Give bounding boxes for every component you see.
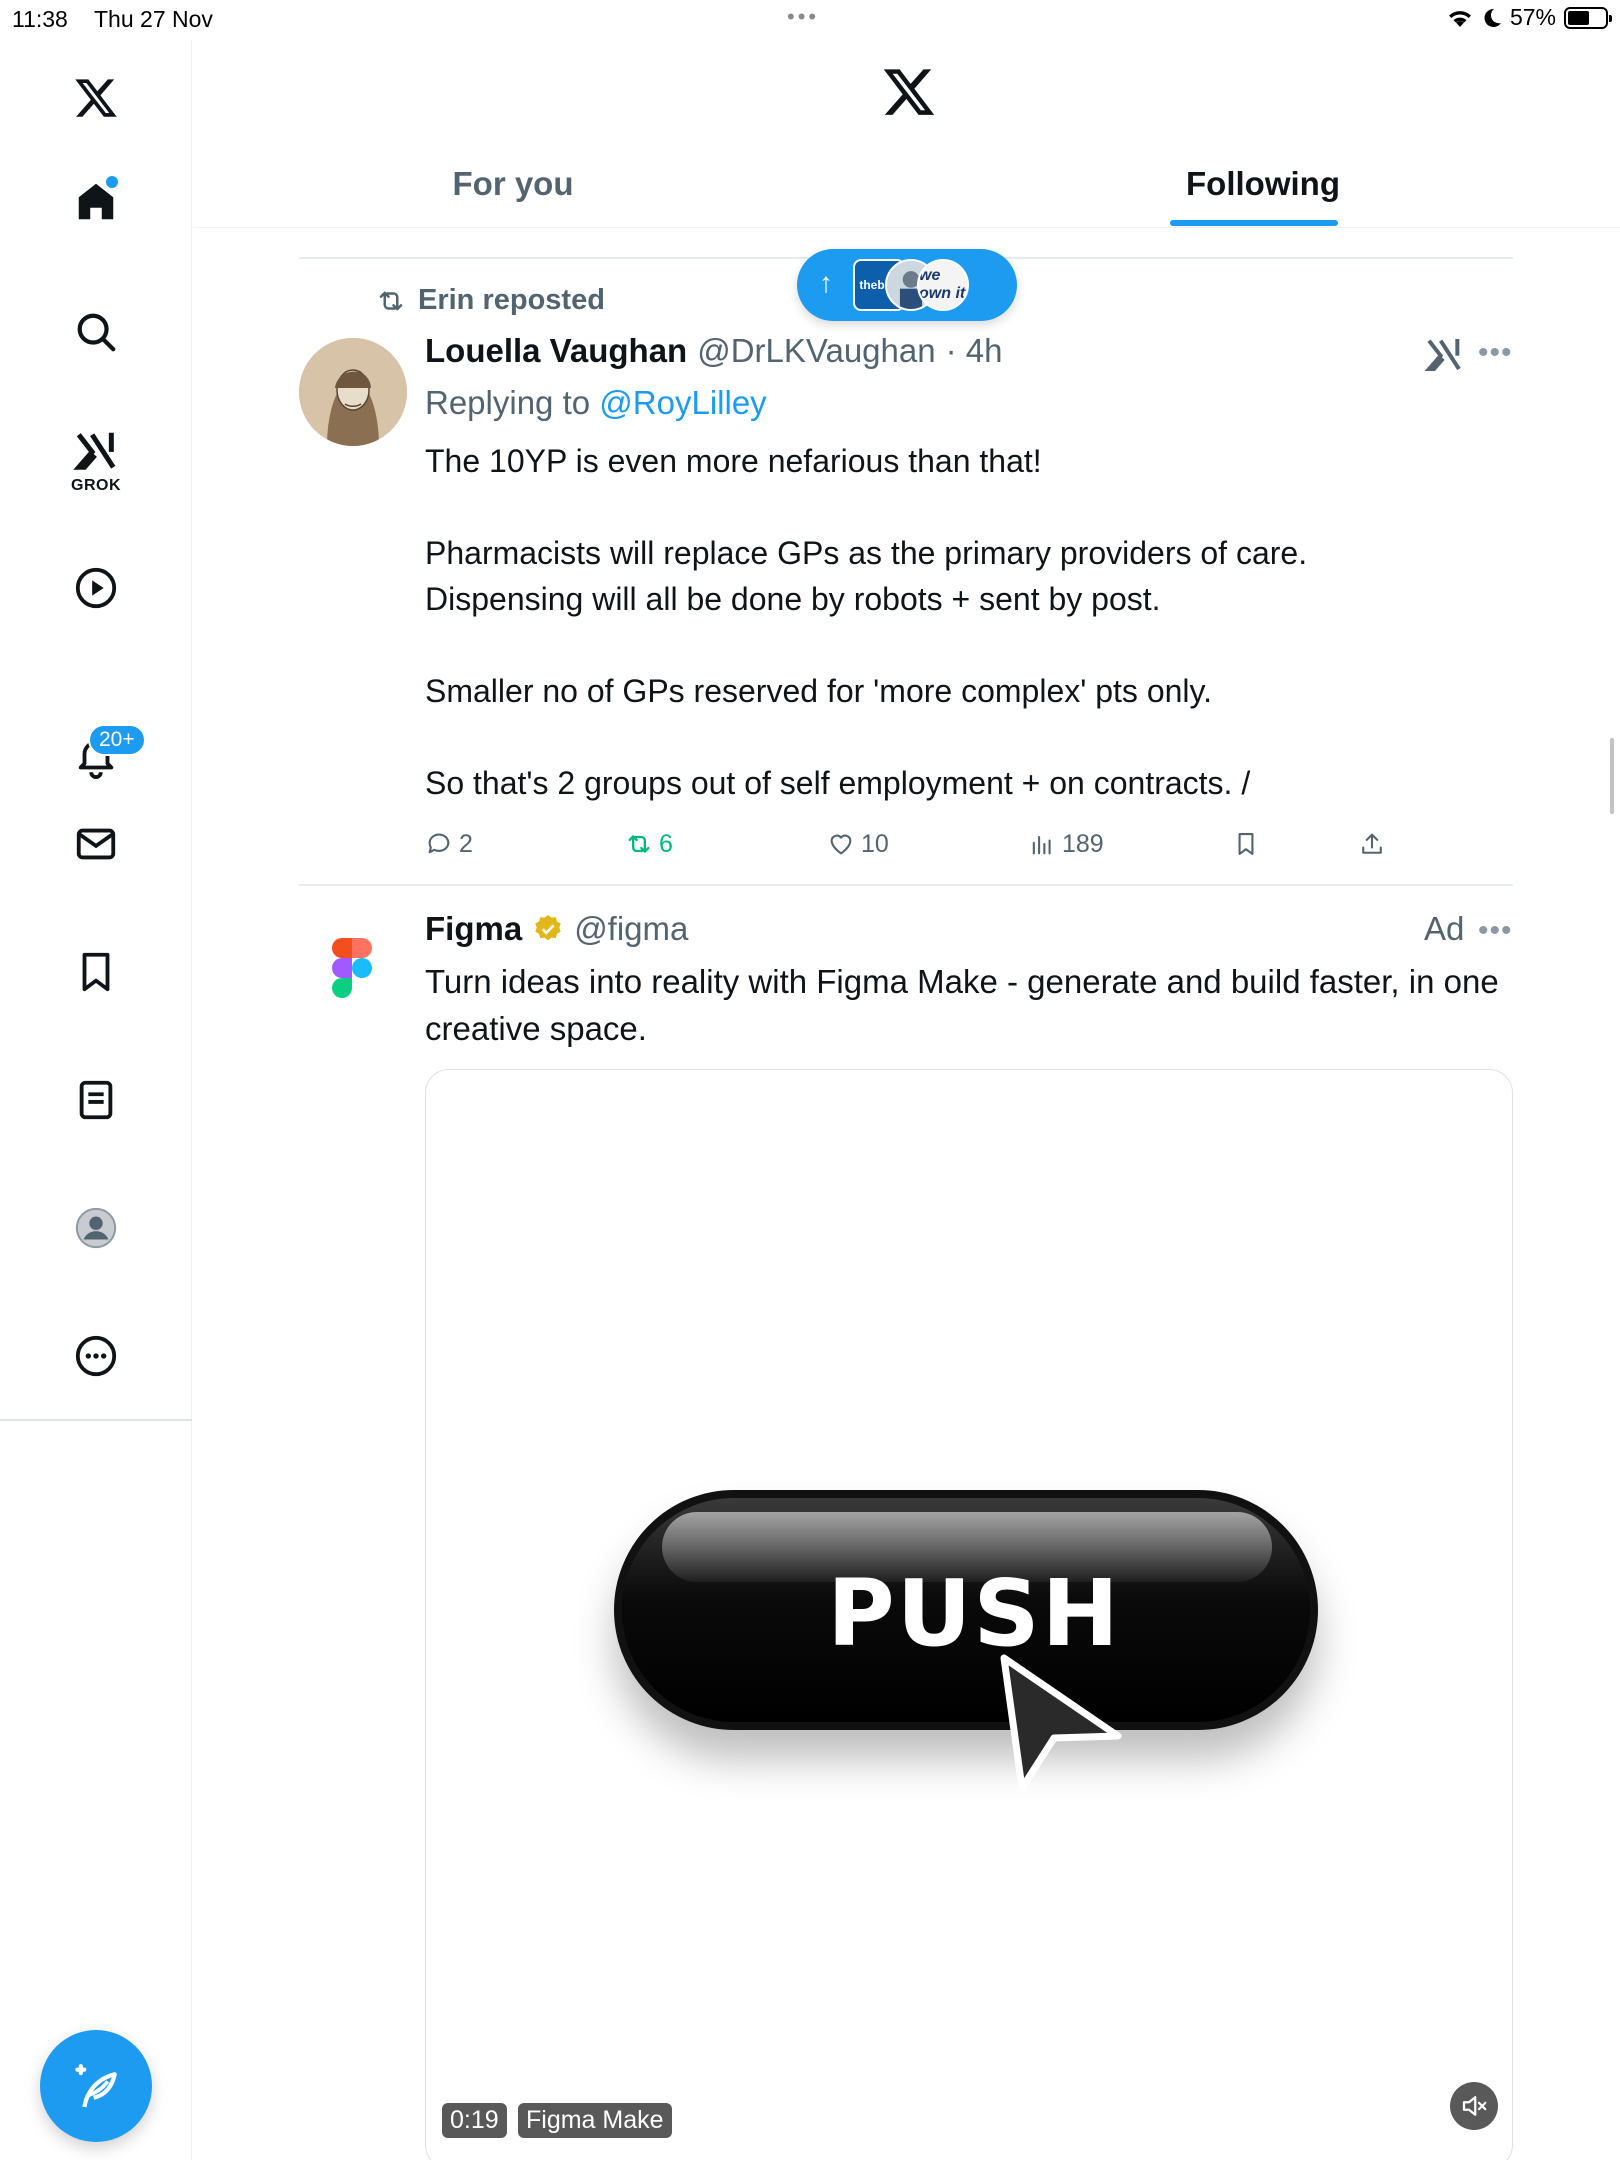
new-posts-pill[interactable]: ↑ thebmj we own it (797, 249, 1017, 321)
like-count: 10 (861, 829, 889, 858)
post-header: Figma @figma (425, 910, 688, 948)
video-duration: 0:19 (442, 2103, 507, 2138)
video-title: Figma Make (518, 2103, 672, 2138)
status-date: Thu 27 Nov (94, 6, 213, 32)
messages-envelope-icon[interactable] (66, 814, 126, 874)
reply-button[interactable]: 2 (425, 824, 473, 864)
lists-icon[interactable] (66, 1070, 126, 1130)
cursor-arrow-icon (1000, 1654, 1122, 1792)
repost-context: Erin reposted (376, 284, 605, 317)
multitasking-dots[interactable]: ••• (787, 4, 819, 30)
repost-label: Erin reposted (418, 284, 605, 316)
battery-fill (1568, 10, 1589, 25)
repost-icon (379, 291, 403, 310)
status-right: 57% (1446, 4, 1612, 31)
post-line (425, 714, 1505, 760)
bookmarks-icon[interactable] (66, 942, 126, 1002)
grok-explain-icon[interactable] (1424, 334, 1464, 374)
heart-icon (830, 834, 852, 855)
verified-badge-icon (535, 915, 561, 941)
scroll-indicator[interactable] (1610, 738, 1614, 814)
share-button[interactable] (1358, 824, 1386, 864)
x-header-logo-icon (883, 69, 935, 115)
post-line: The 10YP is even more nefarious than tha… (425, 443, 1042, 479)
compose-post-button[interactable] (40, 2030, 152, 2142)
sidebar-divider (0, 1419, 192, 1421)
replying-to-link[interactable]: @RoyLilley (599, 384, 766, 421)
x-logo-icon[interactable] (66, 68, 126, 128)
replying-label: Replying to (425, 384, 591, 421)
battery-icon (1564, 6, 1612, 29)
post-more-icon[interactable]: ••• (1478, 336, 1513, 370)
post-line: So that's 2 groups out of self employmen… (425, 765, 1251, 801)
figma-logo-icon[interactable] (332, 938, 372, 998)
tab-active-underline (1170, 220, 1338, 226)
wifi-icon (1448, 10, 1471, 27)
share-icon (1362, 833, 1382, 854)
replying-to: Replying to @RoyLilley (425, 384, 767, 422)
repost-action-icon (628, 835, 650, 853)
post-more-icon[interactable]: ••• (1478, 914, 1513, 948)
grok-icon[interactable] (66, 420, 126, 480)
post-time: · 4h (945, 332, 1003, 369)
avatar[interactable] (299, 338, 407, 446)
reply-icon (428, 833, 450, 854)
bookmark-icon (1238, 833, 1254, 855)
repost-button[interactable]: 6 (625, 824, 673, 864)
sidebar: GROK 20+ (0, 40, 192, 2160)
timeline-header: For you Following (193, 40, 1620, 228)
push-text: PUSH (827, 1560, 1121, 1667)
post-line (425, 484, 1505, 530)
post-line: Pharmacists will replace GPs as the prim… (425, 535, 1308, 571)
reply-count: 2 (459, 829, 473, 858)
tab-following[interactable]: Following (1163, 140, 1363, 228)
moon-icon (1484, 8, 1501, 27)
post-header: Louella Vaughan @DrLKVaughan · 4h (425, 332, 1002, 370)
post-text: The 10YP is even more nefarious than tha… (425, 438, 1505, 806)
grok-label: GROK (71, 477, 121, 494)
search-icon[interactable] (66, 302, 126, 362)
status-bar: 11:38 Thu 27 Nov ••• 57% (0, 0, 1620, 40)
mute-button[interactable] (1450, 2082, 1498, 2130)
arrow-up-icon: ↑ (819, 267, 833, 298)
video-media[interactable]: PUSH 0:19 Figma Make (425, 1069, 1513, 2160)
home-unread-dot (106, 176, 118, 188)
post-line: Smaller no of GPs reserved for 'more com… (425, 673, 1213, 709)
speaker-muted-icon (1462, 2096, 1487, 2116)
profile-avatar-icon[interactable] (66, 1198, 126, 1258)
views-count: 189 (1062, 829, 1104, 858)
status-time: 11:38 (12, 6, 68, 32)
bookmark-button[interactable] (1232, 824, 1260, 864)
author-name[interactable]: Figma (425, 910, 522, 948)
feed-separator (299, 884, 1513, 886)
notifications-count-badge: 20+ (88, 724, 146, 756)
post-line (425, 622, 1505, 668)
battery-percent: 57% (1509, 4, 1556, 30)
post-line: Dispensing will all be done by robots + … (425, 581, 1161, 617)
repost-count: 6 (659, 829, 673, 858)
compose-feather-icon (75, 2064, 117, 2108)
post-text: Turn ideas into reality with Figma Make … (425, 963, 1499, 1047)
video-play-icon[interactable] (66, 558, 126, 618)
views-chart-icon (1032, 835, 1051, 855)
home-icon[interactable] (66, 172, 126, 232)
like-button[interactable]: 10 (827, 824, 889, 864)
views-button[interactable]: 189 (1028, 824, 1104, 864)
author-handle[interactable]: @figma (574, 910, 688, 948)
ad-label: Ad (1424, 910, 1465, 947)
author-name[interactable]: Louella Vaughan (425, 332, 687, 370)
more-options-icon[interactable] (66, 1326, 126, 1386)
tab-for-you[interactable]: For you (413, 140, 613, 228)
pill-avatar: we own it (917, 259, 969, 311)
push-button-graphic: PUSH (614, 1490, 1318, 1730)
author-handle[interactable]: @DrLKVaughan (697, 332, 935, 370)
